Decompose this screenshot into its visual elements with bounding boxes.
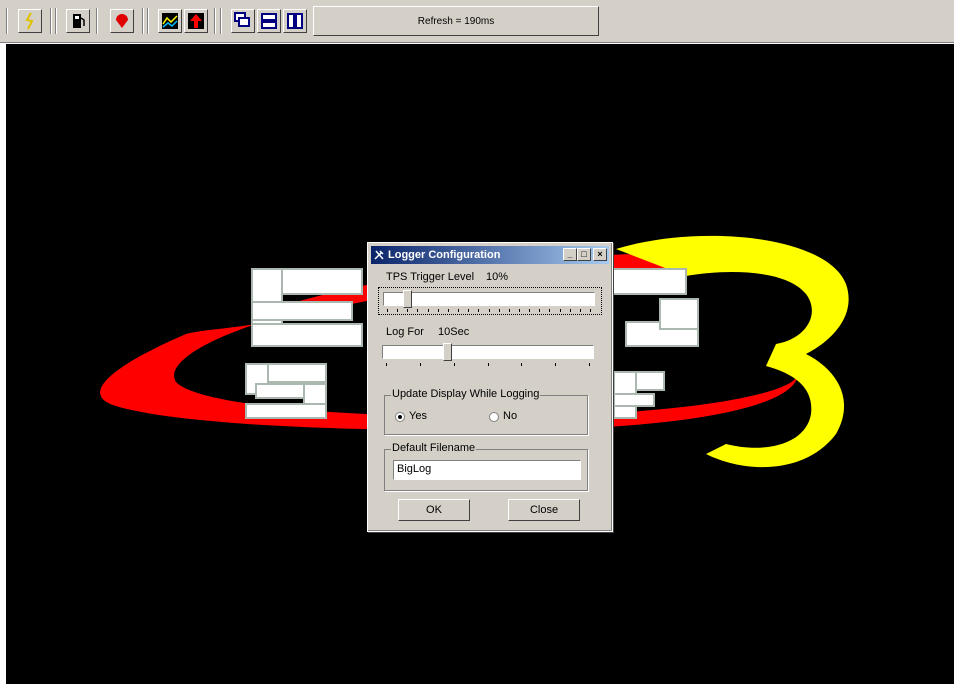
toolbar-separator xyxy=(55,8,57,34)
slider-tick xyxy=(478,309,480,312)
slider-tick xyxy=(453,363,455,366)
slider-tick xyxy=(487,363,489,366)
update-display-group: Update Display While Logging Yes No xyxy=(384,388,588,435)
red-marker-icon[interactable] xyxy=(110,9,134,33)
slider-tick xyxy=(589,363,590,366)
slider-tick xyxy=(447,309,449,312)
ok-button[interactable]: OK xyxy=(398,499,470,521)
slider-tick xyxy=(559,309,561,312)
slider-tick xyxy=(549,309,551,312)
slider-tick xyxy=(521,363,523,366)
slider-tick xyxy=(579,309,581,312)
close-window-button[interactable]: × xyxy=(593,248,607,261)
toolbar: Refresh = 190ms xyxy=(0,0,954,43)
slider-tick xyxy=(590,309,591,312)
log-for-value: 10Sec xyxy=(438,326,470,338)
tps-trigger-label: TPS Trigger Level xyxy=(386,271,475,283)
slider-tick xyxy=(498,309,500,312)
cascade-windows-icon[interactable] xyxy=(231,9,255,33)
toolbar-separator xyxy=(96,8,98,34)
radio-selected-dot xyxy=(398,415,402,419)
close-button[interactable]: Close xyxy=(508,499,580,521)
mdi-workspace: Logger Configuration _ □ × TPS Trigger L… xyxy=(6,44,954,684)
tps-trigger-value: 10% xyxy=(486,271,509,283)
log-for-slider[interactable] xyxy=(378,341,602,369)
slider-tick xyxy=(468,309,470,312)
slider-tick xyxy=(387,309,388,312)
tps-trigger-slider[interactable] xyxy=(378,287,602,315)
logger-configuration-dialog: Logger Configuration _ □ × TPS Trigger L… xyxy=(367,242,613,532)
toolbar-separator xyxy=(147,8,149,34)
radio-yes-label[interactable]: Yes xyxy=(409,410,427,422)
fuel-pump-icon[interactable] xyxy=(66,9,90,33)
radio-no[interactable] xyxy=(489,412,499,422)
slider-tick xyxy=(508,309,510,312)
slider-track xyxy=(383,292,595,306)
lightning-bolt-icon[interactable] xyxy=(18,9,42,33)
slider-tick xyxy=(539,309,541,312)
refresh-rate-text: Refresh = 190ms xyxy=(417,15,495,27)
slider-tick xyxy=(407,309,409,312)
log-for-label: Log For xyxy=(386,326,424,338)
slider-tick xyxy=(417,309,419,312)
slider-tick xyxy=(437,309,439,312)
slider-tick xyxy=(458,309,460,312)
update-display-group-title: Update Display While Logging xyxy=(391,388,541,400)
slider-tick xyxy=(488,309,490,312)
radio-no-label[interactable]: No xyxy=(503,410,517,422)
slider-track xyxy=(382,345,594,359)
line-graph-icon[interactable] xyxy=(158,9,182,33)
slider-tick xyxy=(529,309,531,312)
toolbar-separator xyxy=(6,8,8,34)
minimize-button[interactable]: _ xyxy=(563,248,577,261)
slider-tick xyxy=(518,309,520,312)
toolbar-separator xyxy=(50,8,52,34)
slider-tick xyxy=(569,309,571,312)
default-filename-group: Default Filename BigLog xyxy=(384,442,588,491)
refresh-rate-panel: Refresh = 190ms xyxy=(313,6,599,36)
tile-horizontal-icon[interactable] xyxy=(257,9,281,33)
dialog-title: Logger Configuration xyxy=(388,249,501,261)
slider-thumb[interactable] xyxy=(442,343,452,361)
toolbar-separator xyxy=(142,8,144,34)
slider-tick xyxy=(427,309,429,312)
slider-tick xyxy=(419,363,421,366)
slider-tick xyxy=(397,309,399,312)
default-filename-input[interactable]: BigLog xyxy=(393,460,581,480)
radio-yes[interactable] xyxy=(395,412,405,422)
red-arrow-up-icon[interactable] xyxy=(184,9,208,33)
toolbar-separator xyxy=(220,8,222,34)
toolbar-separator xyxy=(214,8,216,34)
wrench-icon xyxy=(374,250,384,260)
maximize-button[interactable]: □ xyxy=(577,248,591,261)
tile-vertical-icon[interactable] xyxy=(283,9,307,33)
slider-tick xyxy=(386,363,387,366)
slider-thumb[interactable] xyxy=(403,290,413,308)
slider-tick xyxy=(555,363,557,366)
dialog-titlebar[interactable]: Logger Configuration _ □ × xyxy=(371,246,609,264)
default-filename-group-title: Default Filename xyxy=(391,442,477,454)
